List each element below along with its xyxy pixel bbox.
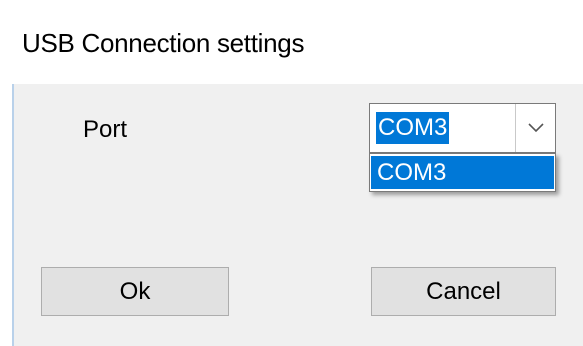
port-dropdown-list: COM3 — [369, 153, 556, 192]
ok-button[interactable]: Ok — [41, 267, 229, 316]
chevron-down-icon — [527, 123, 544, 133]
title-bar[interactable]: USB Connection settings — [0, 0, 583, 84]
usb-connection-settings-dialog: USB Connection settings Port COM3 COM3 O… — [0, 0, 583, 346]
port-selected-value: COM3 — [376, 112, 450, 144]
port-label: Port — [83, 116, 128, 143]
cancel-button[interactable]: Cancel — [371, 267, 556, 316]
dialog-title: USB Connection settings — [22, 28, 305, 58]
port-option-com3[interactable]: COM3 — [371, 156, 554, 189]
port-dropdown-button[interactable] — [515, 104, 555, 152]
port-combobox[interactable]: COM3 — [369, 103, 556, 153]
